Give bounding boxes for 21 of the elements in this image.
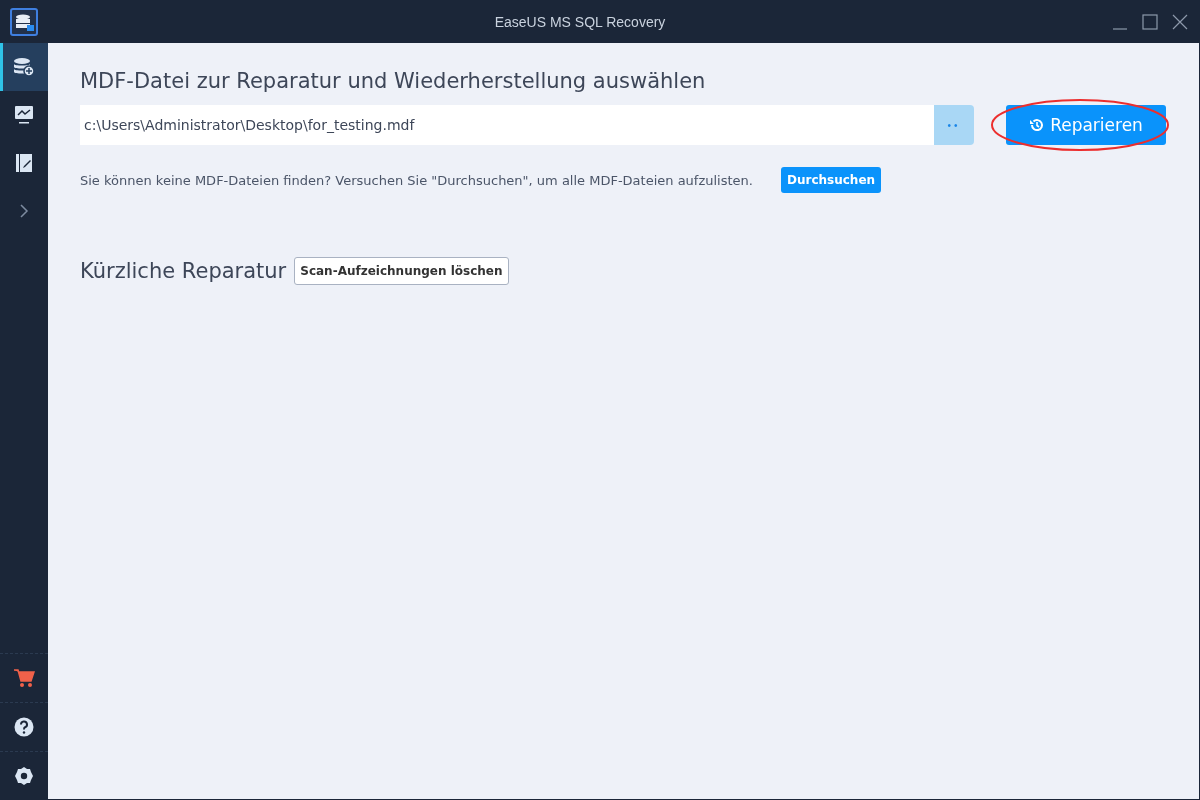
close-icon[interactable] [1172, 13, 1188, 30]
section-heading: MDF-Datei zur Reparatur und Wiederherstellung auswählen [80, 69, 707, 93]
settings-icon [14, 766, 34, 786]
browse-button[interactable]: •• [934, 105, 974, 145]
app-logo-icon [10, 7, 38, 36]
history-icon [1029, 117, 1046, 133]
help-icon [14, 717, 34, 737]
sidebar-item[interactable] [0, 43, 48, 91]
edit-icon [15, 153, 33, 173]
repair-button[interactable]: Reparieren [1006, 105, 1166, 145]
maximize-icon[interactable] [1142, 13, 1158, 30]
chevron-right-icon [19, 203, 29, 219]
search-button[interactable]: Durchsuchen [780, 167, 882, 193]
cart-icon [13, 668, 35, 688]
hint-text: Sie können keine MDF-Dateien finden? Versuchen Sie "Durchsuchen", um alle MDF-Dateien aufzulisten. [80, 172, 753, 188]
recent-heading: Kürzliche Reparatur [80, 259, 287, 283]
window-title: EaseUS MS SQL Recovery [493, 13, 667, 30]
file-path-field[interactable]: c:\Users\Administrator\Desktop\for_testing.mdf [80, 105, 934, 145]
database-add-icon [13, 57, 35, 77]
clear-records-button[interactable]: Scan-Aufzeichnungen löschen [294, 257, 509, 285]
monitor-chart-icon [14, 105, 34, 125]
